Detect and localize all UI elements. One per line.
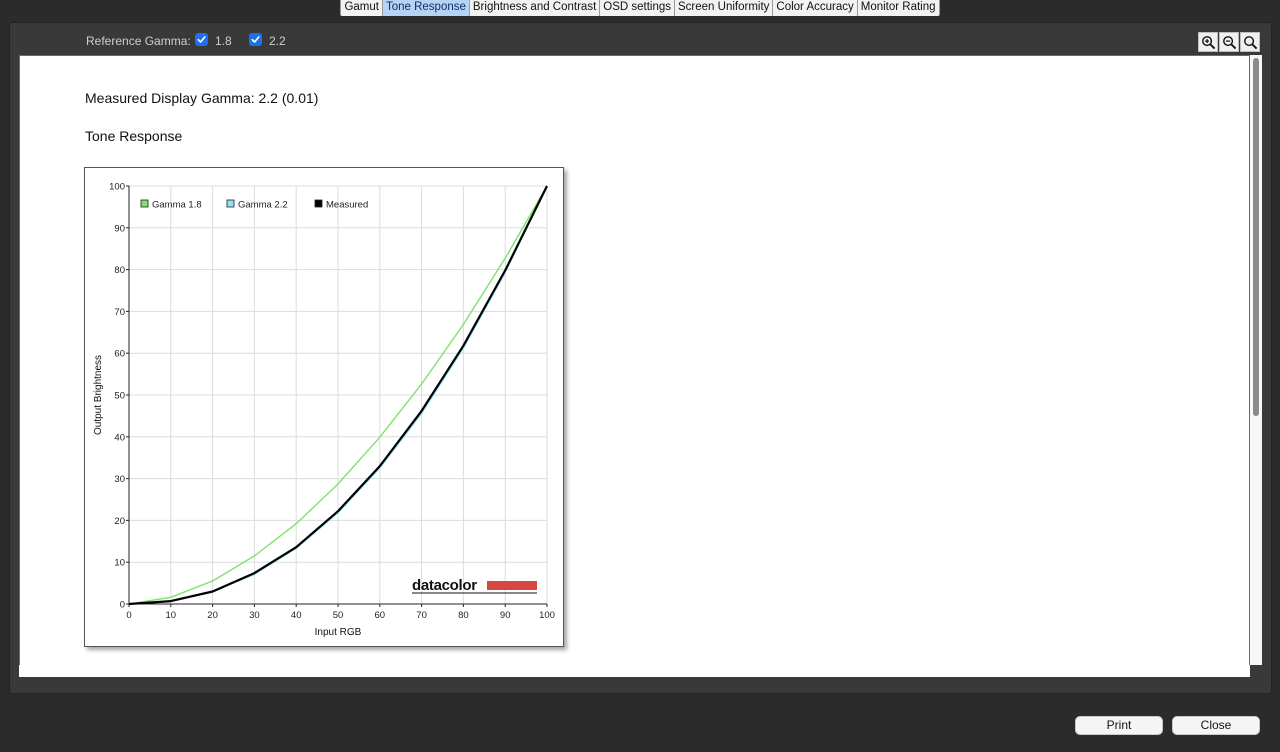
x-tick-label: 80	[458, 610, 469, 621]
tone-response-chart-svg: 0 10 20 30 40 50 60 70 80 90 100 0 10 20 30 40 50 60 70 80 9…	[93, 182, 555, 639]
legend-label: Gamma 1.8	[152, 200, 202, 211]
toolbar: Reference Gamma: 1.8 2.2	[9, 22, 1272, 54]
zoom-fit-icon	[1243, 35, 1257, 49]
x-tick-label: 10	[166, 610, 177, 621]
x-tick-label: 40	[291, 610, 302, 621]
gamma-1-8-label: 1.8	[215, 34, 232, 48]
tab-tone-response[interactable]: Tone Response	[382, 0, 470, 16]
tone-response-heading: Tone Response	[85, 128, 183, 144]
x-tick-label: 30	[249, 610, 260, 621]
x-tick-label: 100	[539, 610, 555, 621]
content-bottom-strip	[19, 665, 1250, 677]
zoom-in-button[interactable]	[1198, 32, 1218, 52]
tab-gamut[interactable]: Gamut	[340, 0, 383, 16]
tab-osd-settings[interactable]: OSD settings	[600, 0, 676, 16]
legend-label: Measured	[326, 200, 368, 211]
zoom-out-button[interactable]	[1219, 32, 1239, 52]
y-tick-label: 0	[120, 600, 125, 611]
y-tick-label: 40	[114, 432, 125, 443]
zoom-out-icon	[1222, 35, 1236, 49]
gamma-2-2-label: 2.2	[269, 34, 286, 48]
y-tick-label: 10	[114, 558, 125, 569]
datacolor-logo-text: datacolor	[412, 577, 477, 594]
legend-swatch	[226, 199, 235, 208]
gamma-2-2-checkbox[interactable]	[249, 33, 262, 46]
report-content: Measured Display Gamma: 2.2 (0.01) Tone …	[19, 55, 1250, 667]
y-tick-label: 100	[109, 182, 125, 193]
y-tick-label: 90	[114, 223, 125, 234]
print-button[interactable]: Print	[1075, 716, 1163, 735]
x-tick-label: 0	[126, 610, 131, 621]
x-tick-label: 50	[333, 610, 344, 621]
y-tick-label: 50	[114, 391, 125, 402]
zoom-controls	[1198, 32, 1260, 52]
x-tick-label: 70	[416, 610, 427, 621]
checkmark-icon	[197, 36, 206, 43]
tab-bar: Gamut Tone Response Brightness and Contras…	[0, 0, 1280, 16]
y-tick-label: 60	[114, 349, 125, 360]
x-tick-label: 90	[500, 610, 511, 621]
y-axis-title: Output Brightness	[93, 355, 104, 435]
y-tick-label: 80	[114, 265, 125, 276]
x-tick-label: 60	[375, 610, 386, 621]
legend-label: Gamma 2.2	[238, 200, 288, 211]
measured-gamma-heading: Measured Display Gamma: 2.2 (0.01)	[85, 90, 319, 106]
checkmark-icon	[251, 36, 260, 43]
tab-monitor-rating[interactable]: Monitor Rating	[857, 0, 940, 16]
tone-response-chart: 0 10 20 30 40 50 60 70 80 90 100 0 10 20 30 40 50 60 70 80 9…	[84, 167, 564, 647]
close-button[interactable]: Close	[1172, 716, 1260, 735]
y-tick-label: 20	[114, 516, 125, 527]
scrollbar-thumb[interactable]	[1253, 58, 1259, 416]
zoom-in-icon	[1201, 35, 1215, 49]
report-frame: Reference Gamma: 1.8 2.2 Measured Displa…	[9, 22, 1272, 694]
legend-swatch	[140, 199, 149, 208]
datacolor-logo-bar	[487, 581, 537, 590]
vertical-scrollbar[interactable]	[1250, 55, 1262, 665]
zoom-fit-button[interactable]	[1240, 32, 1260, 52]
legend-swatch	[314, 199, 323, 208]
y-tick-label: 30	[114, 474, 125, 485]
tab-color-accuracy[interactable]: Color Accuracy	[773, 0, 858, 16]
reference-gamma-label: Reference Gamma:	[86, 34, 191, 48]
tab-screen-uniformity[interactable]: Screen Uniformity	[675, 0, 774, 16]
y-tick-label: 70	[114, 307, 125, 318]
gamma-1-8-checkbox[interactable]	[195, 33, 208, 46]
x-tick-label: 20	[207, 610, 218, 621]
tab-brightness-and-contrast[interactable]: Brightness and Contrast	[469, 0, 601, 16]
tab-list: Gamut Tone Response Brightness and Contras…	[340, 0, 940, 16]
x-axis-title: Input RGB	[315, 627, 362, 638]
